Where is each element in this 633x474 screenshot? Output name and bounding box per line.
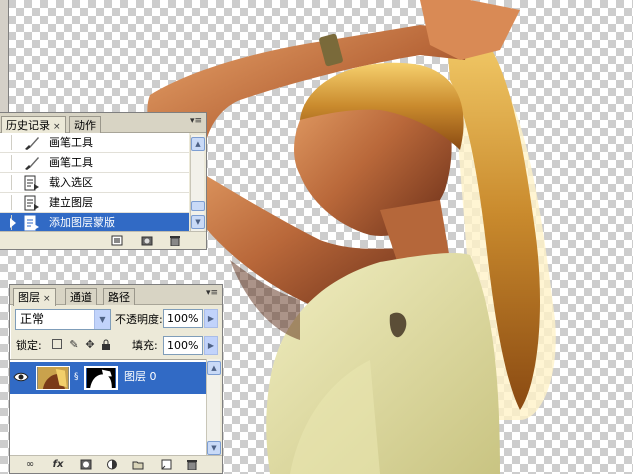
tab-channels-label: 通道: [70, 291, 92, 304]
new-layer-icon[interactable]: [160, 459, 172, 470]
history-state-icon: [24, 175, 39, 191]
history-item-label: 载入选区: [49, 176, 93, 189]
history-item-label: 建立图层: [49, 196, 93, 209]
lock-position-move-icon[interactable]: ✥: [84, 339, 96, 351]
chevron-down-icon[interactable]: ▼: [94, 310, 110, 329]
history-item-label: 画笔工具: [49, 156, 93, 169]
history-item[interactable]: 载入选区: [0, 173, 189, 193]
history-item[interactable]: 建立图层: [0, 193, 189, 213]
new-document-from-state-icon[interactable]: [111, 235, 123, 246]
scroll-down-icon[interactable]: ▼: [207, 441, 221, 455]
fill-slider-arrow-icon[interactable]: ▶: [204, 336, 218, 355]
history-item[interactable]: 画笔工具: [0, 133, 189, 153]
lock-row: 锁定: ✎ ✥ 填充: 100% ▶: [10, 335, 222, 357]
mask-link-chain-icon[interactable]: §: [74, 372, 79, 382]
opacity-label: 不透明度:: [115, 313, 163, 326]
snapshot-source-box[interactable]: [2, 195, 12, 210]
current-state-marker-icon: [10, 218, 16, 228]
history-item[interactable]: 画笔工具: [0, 153, 189, 173]
close-icon[interactable]: ×: [53, 122, 61, 132]
tab-paths[interactable]: 路径: [103, 288, 135, 305]
history-list[interactable]: 画笔工具 画笔工具 载入选区 建立图层 添加图层蒙版: [0, 133, 189, 233]
lock-all-icon[interactable]: [100, 339, 112, 351]
close-icon[interactable]: ×: [43, 294, 51, 304]
layer-thumbnail-icon[interactable]: [36, 366, 70, 390]
lock-transparent-icon[interactable]: [52, 339, 62, 349]
tab-layers[interactable]: 图层 ×: [13, 288, 56, 306]
blend-mode-value: 正常: [20, 312, 45, 326]
history-item-label: 添加图层蒙版: [49, 216, 115, 229]
scroll-down-icon[interactable]: ▼: [191, 215, 205, 229]
history-panel: 历史记录 × 动作 ▾≡ 画笔工具 画笔工具 载入选区 建立图层 添加图层蒙版 …: [0, 112, 207, 250]
layers-scrollbar[interactable]: ▲ ▼: [206, 359, 221, 457]
history-item-label: 画笔工具: [49, 136, 93, 149]
opacity-input[interactable]: 100%: [163, 309, 203, 328]
layers-footer: ∞ fx: [10, 455, 222, 473]
layers-panel: 图层 × 通道 路径 ▾≡ 正常 ▼ 不透明度: 100% ▶ 锁定: ✎ ✥ 填…: [9, 284, 223, 474]
layer-row[interactable]: § 图层 0: [10, 362, 208, 394]
layers-tabbar: 图层 × 通道 路径 ▾≡: [10, 285, 222, 306]
blend-mode-select[interactable]: 正常 ▼: [15, 309, 111, 330]
history-state-icon: [24, 215, 39, 231]
tab-layers-label: 图层: [18, 291, 40, 304]
layer-mask-thumbnail-icon[interactable]: [84, 366, 118, 390]
link-icon[interactable]: ∞: [24, 459, 36, 470]
brush-icon: [25, 157, 39, 170]
history-item-selected[interactable]: 添加图层蒙版: [0, 213, 189, 233]
trash-icon[interactable]: [169, 235, 181, 246]
group-folder-icon[interactable]: [132, 459, 144, 470]
tab-history-label: 历史记录: [6, 119, 50, 132]
fx-icon[interactable]: fx: [52, 459, 64, 470]
lock-pixels-brush-icon[interactable]: ✎: [68, 339, 80, 351]
layer-name[interactable]: 图层 0: [124, 370, 157, 384]
mask-icon[interactable]: [80, 459, 92, 470]
panel-menu-icon[interactable]: ▾≡: [190, 116, 202, 126]
fill-label: 填充:: [132, 339, 158, 352]
lock-label: 锁定:: [16, 339, 42, 352]
history-footer: [0, 231, 206, 249]
trash-icon[interactable]: [186, 459, 198, 470]
scroll-up-icon[interactable]: ▲: [191, 137, 205, 151]
opacity-slider-arrow-icon[interactable]: ▶: [204, 309, 218, 328]
history-state-icon: [24, 195, 39, 211]
snapshot-source-box[interactable]: [2, 155, 12, 170]
fill-input[interactable]: 100%: [163, 336, 203, 355]
layer-list[interactable]: § 图层 0: [10, 359, 208, 457]
tab-actions[interactable]: 动作: [69, 116, 101, 133]
history-scrollbar[interactable]: ▲ ▼: [190, 135, 205, 233]
eye-visibility-icon[interactable]: [13, 370, 29, 384]
scroll-up-icon[interactable]: ▲: [207, 361, 221, 375]
snapshot-source-box[interactable]: [2, 135, 12, 150]
tab-history[interactable]: 历史记录 ×: [1, 116, 66, 134]
tab-channels[interactable]: 通道: [65, 288, 97, 305]
tab-paths-label: 路径: [108, 291, 130, 304]
tab-actions-label: 动作: [74, 119, 96, 132]
adjustment-icon[interactable]: [106, 459, 118, 470]
brush-icon: [25, 137, 39, 150]
history-tabbar: 历史记录 × 动作 ▾≡: [0, 113, 206, 134]
snapshot-source-box[interactable]: [2, 175, 12, 190]
blend-row: 正常 ▼ 不透明度: 100% ▶: [10, 307, 222, 331]
new-snapshot-icon[interactable]: [141, 235, 153, 246]
panel-menu-icon[interactable]: ▾≡: [206, 288, 218, 298]
scroll-thumb[interactable]: [191, 201, 205, 211]
